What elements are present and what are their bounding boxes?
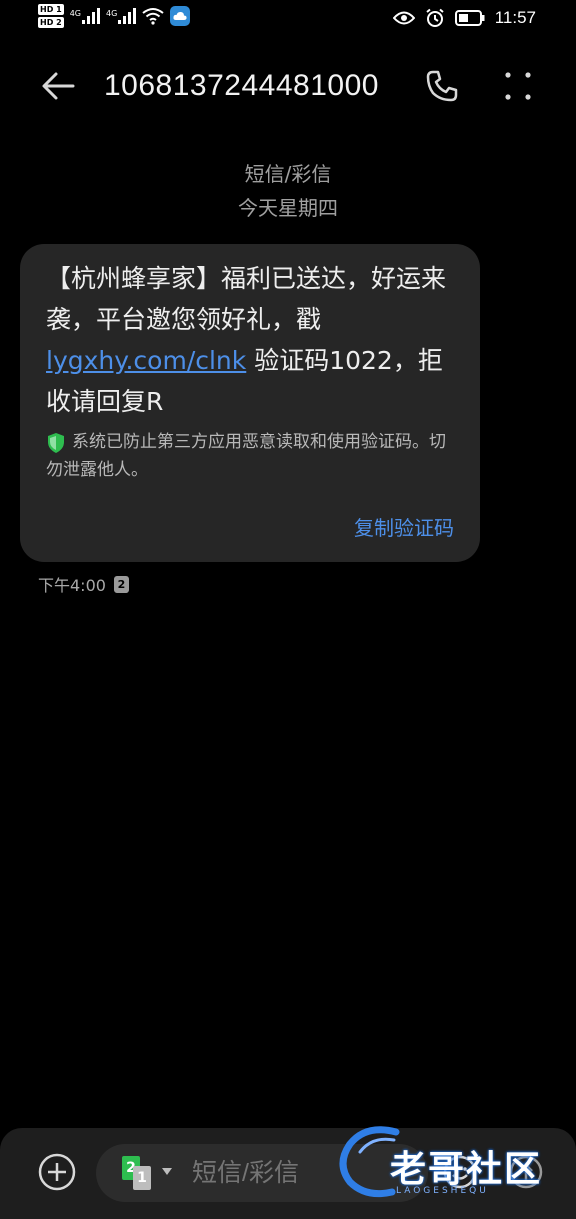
more-vertical-icon bbox=[505, 72, 531, 100]
battery-icon bbox=[454, 10, 485, 26]
conversation-app-bar: 1068137244481000 bbox=[0, 56, 576, 114]
signal-sim2: 4G bbox=[105, 8, 137, 24]
sim-badge: 2 bbox=[113, 575, 129, 593]
watermark-subtext: LAOGESHEQU bbox=[396, 1186, 489, 1196]
hd-badges: HD 1 HD 2 bbox=[38, 4, 64, 28]
status-right-group: 11:57 bbox=[392, 8, 536, 28]
message-meta: 下午4:00 2 bbox=[38, 572, 129, 596]
sim-secondary-badge: 1 bbox=[133, 1166, 151, 1190]
network-tag-2: 4G bbox=[105, 9, 118, 18]
sms-thread-screen: HD 1 HD 2 4G 4G 11:57 1068137244481000 短… bbox=[0, 0, 576, 1219]
shield-icon bbox=[48, 433, 64, 453]
eye-icon bbox=[392, 11, 415, 25]
signal-icon bbox=[118, 8, 137, 24]
message-time: 下午4:00 bbox=[38, 576, 106, 595]
status-left-group: HD 1 HD 2 4G 4G bbox=[38, 4, 191, 28]
contact-number: 1068137244481000 bbox=[104, 69, 379, 102]
wifi-icon bbox=[142, 8, 164, 25]
back-arrow-icon bbox=[42, 72, 75, 100]
call-button[interactable] bbox=[422, 66, 462, 106]
copy-code-button[interactable]: 复制验证码 bbox=[354, 512, 454, 541]
watermark: 老哥社区 LAOGESHEQU bbox=[336, 1118, 566, 1210]
add-icon bbox=[38, 1153, 76, 1191]
phone-icon bbox=[426, 70, 458, 102]
network-tag-1: 4G bbox=[69, 9, 81, 18]
status-bar: HD 1 HD 2 4G 4G 11:57 bbox=[0, 0, 576, 40]
alarm-icon bbox=[426, 8, 444, 27]
hd-badge-1: HD 1 bbox=[38, 4, 64, 15]
watermark-text: 老哥社区 bbox=[390, 1149, 543, 1190]
message-list[interactable]: 短信/彩信 今天星期四 【杭州蜂享家】福利已送达，好运来袭，平台邀您领好礼，戳 l… bbox=[0, 120, 576, 1120]
message-link[interactable]: lygxhy.com/clnk bbox=[46, 346, 246, 375]
message-bubble[interactable]: 【杭州蜂享家】福利已送达，好运来袭，平台邀您领好礼，戳 lygxhy.com/cl… bbox=[20, 244, 480, 562]
message-text-part: 【杭州蜂享家】福利已送达，好运来袭，平台邀您领好礼，戳 bbox=[46, 264, 447, 334]
signal-sim1: 4G bbox=[70, 8, 100, 24]
more-options-button[interactable] bbox=[498, 66, 538, 106]
chevron-down-icon bbox=[162, 1168, 172, 1175]
security-notice: 系统已防止第三方应用恶意读取和使用验证码。切勿泄露他人。 bbox=[46, 428, 456, 484]
back-button[interactable] bbox=[38, 66, 78, 106]
status-time: 11:57 bbox=[494, 8, 536, 27]
security-notice-text: 系统已防止第三方应用恶意读取和使用验证码。切勿泄露他人。 bbox=[46, 432, 446, 480]
date-separator: 今天星期四 bbox=[238, 196, 338, 220]
sim-card-icon: 2 1 bbox=[120, 1156, 154, 1190]
sim-selector[interactable]: 2 1 bbox=[120, 1156, 178, 1190]
message-text: 【杭州蜂享家】福利已送达，好运来袭，平台邀您领好礼，戳 lygxhy.com/cl… bbox=[46, 258, 456, 422]
thread-type-label: 短信/彩信 bbox=[244, 162, 332, 186]
hd-badge-2: HD 2 bbox=[38, 17, 64, 28]
add-attachment-button[interactable] bbox=[37, 1152, 77, 1192]
cloud-app-icon bbox=[170, 6, 191, 26]
signal-icon bbox=[81, 8, 100, 24]
